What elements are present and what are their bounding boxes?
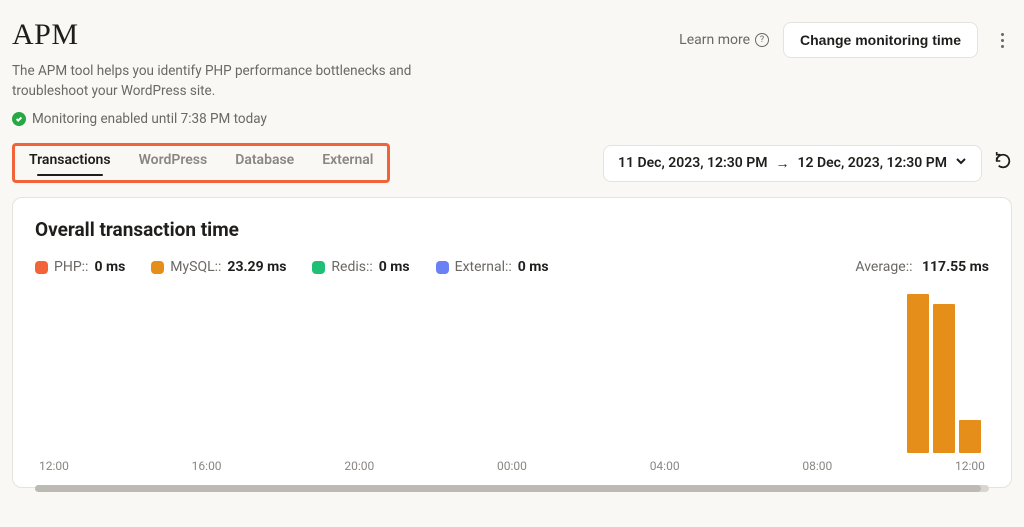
swatch-mysql — [151, 261, 164, 274]
tabs-highlight-box: Transactions WordPress Database External — [12, 143, 390, 183]
chart-bar[interactable] — [959, 420, 981, 453]
change-monitoring-time-button[interactable]: Change monitoring time — [783, 22, 978, 58]
chevron-down-icon — [955, 155, 967, 171]
x-axis-tick: 12:00 — [39, 459, 69, 473]
legend-item-php[interactable]: PHP:: 0 ms — [35, 259, 125, 275]
learn-more-label: Learn more — [679, 32, 750, 48]
legend-value-external: 0 ms — [518, 259, 549, 275]
more-actions-button[interactable] — [992, 27, 1012, 54]
chart-bar[interactable] — [933, 304, 955, 453]
x-axis-tick: 16:00 — [192, 459, 222, 473]
chart-x-axis: 12:00 16:00 20:00 00:00 04:00 08:00 12:00 — [35, 459, 989, 473]
transaction-time-chart: 12:00 16:00 20:00 00:00 04:00 08:00 12:00 — [35, 283, 989, 473]
tab-external[interactable]: External — [322, 152, 373, 172]
date-range-to: 12 Dec, 2023, 12:30 PM — [798, 155, 947, 171]
swatch-php — [35, 261, 48, 274]
legend-value-php: 0 ms — [94, 259, 125, 275]
chart-bars — [361, 294, 981, 453]
arrow-right-icon: → — [776, 155, 790, 172]
legend-label-mysql: MySQL:: — [170, 259, 221, 275]
card-title: Overall transaction time — [35, 218, 989, 241]
page-title: APM — [12, 18, 432, 52]
legend-average-value: 117.55 ms — [922, 259, 989, 275]
chart-legend: PHP:: 0 ms MySQL:: 23.29 ms Redis:: 0 ms… — [35, 259, 549, 275]
overall-transaction-card: Overall transaction time PHP:: 0 ms MySQ… — [12, 197, 1012, 488]
help-icon: ? — [755, 33, 769, 47]
tab-transactions[interactable]: Transactions — [29, 152, 111, 172]
legend-item-redis[interactable]: Redis:: 0 ms — [312, 259, 409, 275]
x-axis-tick: 00:00 — [497, 459, 527, 473]
learn-more-link[interactable]: Learn more ? — [679, 32, 769, 48]
chart-bar[interactable] — [907, 294, 929, 453]
date-range-from: 11 Dec, 2023, 12:30 PM — [618, 155, 767, 171]
legend-value-mysql: 23.29 ms — [227, 259, 286, 275]
legend-average: Average:: 117.55 ms — [855, 259, 989, 275]
x-axis-tick: 08:00 — [802, 459, 832, 473]
check-circle-icon — [12, 112, 26, 126]
legend-item-external[interactable]: External:: 0 ms — [436, 259, 549, 275]
legend-value-redis: 0 ms — [379, 259, 410, 275]
legend-label-redis: Redis:: — [331, 259, 372, 275]
x-axis-tick: 20:00 — [344, 459, 374, 473]
monitoring-status: Monitoring enabled until 7:38 PM today — [12, 111, 432, 127]
tab-database[interactable]: Database — [235, 152, 294, 172]
swatch-redis — [312, 261, 325, 274]
legend-label-external: External:: — [455, 259, 512, 275]
tabs: Transactions WordPress Database External — [29, 152, 373, 172]
chart-scrollbar-thumb[interactable] — [35, 485, 981, 492]
page-description: The APM tool helps you identify PHP perf… — [12, 62, 432, 101]
chart-scrollbar[interactable] — [35, 485, 989, 492]
legend-label-php: PHP:: — [54, 259, 88, 275]
swatch-external — [436, 261, 449, 274]
x-axis-tick: 04:00 — [650, 459, 680, 473]
legend-average-label: Average:: — [855, 259, 912, 275]
monitoring-status-text: Monitoring enabled until 7:38 PM today — [32, 111, 267, 127]
refresh-button[interactable] — [994, 152, 1012, 174]
legend-item-mysql[interactable]: MySQL:: 23.29 ms — [151, 259, 286, 275]
date-range-picker[interactable]: 11 Dec, 2023, 12:30 PM → 12 Dec, 2023, 1… — [603, 145, 982, 182]
tab-wordpress[interactable]: WordPress — [139, 152, 208, 172]
x-axis-tick: 12:00 — [955, 459, 985, 473]
